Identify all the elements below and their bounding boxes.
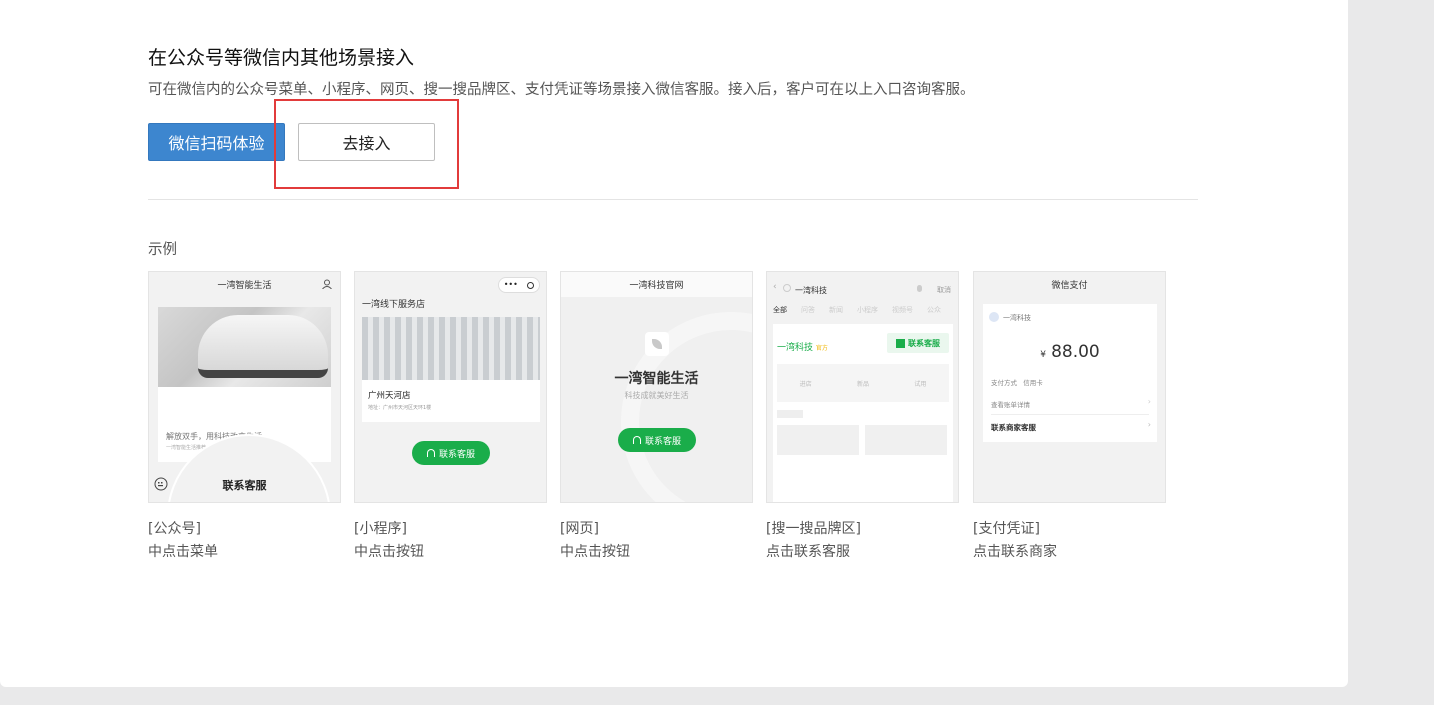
caption-official-account-desc: 中点击菜单 (148, 544, 218, 560)
caption-mini-program: [小程序] (354, 521, 407, 537)
card-header-title: 微信支付 (1051, 281, 1088, 291)
example-card-webpage: 一湾科技官网 一湾智能生活 科技成就美好生活 联系客服 (560, 271, 753, 503)
robot-vacuum-shape (198, 315, 328, 378)
highlight-box (274, 99, 459, 189)
service-icon (896, 338, 905, 348)
mic-icon (917, 285, 922, 292)
headset-icon (426, 449, 435, 457)
caption-payment: [支付凭证] (973, 521, 1040, 537)
merchant-name: 一湾科技 (1003, 314, 1031, 322)
brand-shortcuts: 进店 新品 试用 (777, 364, 949, 402)
caption-mini-program-desc: 中点击按钮 (354, 544, 424, 560)
store-name: 广州天河店 (368, 391, 411, 401)
payment-amount: ¥ 88.00 (1040, 342, 1100, 362)
background-arc (621, 312, 752, 502)
brand-name: 一湾科技 官方 (777, 343, 828, 353)
store-address: 地址：广州市天河区天环1楼 (368, 405, 432, 411)
card-header-title: 一湾科技官网 (629, 281, 684, 291)
caption-payment-desc: 点击联系商家 (973, 544, 1057, 560)
placeholder-card-2 (865, 425, 947, 455)
article-image (158, 307, 331, 387)
chevron-right-icon: › (1147, 397, 1151, 406)
card-header: 一湾智能生活 (149, 272, 340, 297)
capsule-menu: ••• (498, 277, 540, 293)
placeholder-bar (777, 410, 803, 418)
webpage-contact-button: 联系客服 (618, 428, 696, 452)
brand-zone: 一湾科技 官方 联系客服 进店 新品 试用 (773, 324, 953, 502)
brand-logo-icon (645, 332, 669, 356)
card-header-title: 一湾智能生活 (217, 281, 272, 291)
payment-method: 支付方式 信用卡 (991, 379, 1043, 387)
menu-item-contact: 联系客服 (222, 479, 267, 492)
bill-detail-link: 查看账单详情 (991, 401, 1030, 409)
caption-search-brand-desc: 点击联系客服 (766, 544, 850, 560)
store-image (362, 317, 540, 380)
webpage-slogan: 科技成就美好生活 (624, 391, 689, 400)
contact-merchant-link: 联系商家客服 (991, 423, 1036, 432)
caption-webpage-desc: 中点击按钮 (560, 544, 630, 560)
search-contact-button: 联系客服 (887, 333, 949, 353)
shortcut-store: 进店 (799, 380, 812, 388)
examples-label: 示例 (148, 242, 177, 258)
card-header: 微信支付 (974, 272, 1165, 297)
caption-webpage: [网页] (560, 521, 599, 537)
example-card-search-brand: ‹ 一湾科技 取消 全部 问答 新闻 小程序 视频号 公众 一湾科技 官方 联系… (766, 271, 959, 503)
chevron-right-icon: › (1147, 420, 1151, 429)
section-description: 可在微信内的公众号菜单、小程序、网页、搜一搜品牌区、支付凭证等场景接入微信客服。… (148, 82, 975, 98)
mini-program-contact-button: 联系客服 (412, 441, 490, 465)
content-panel: 在公众号等微信内其他场景接入 可在微信内的公众号菜单、小程序、网页、搜一搜品牌区… (0, 0, 1348, 687)
scan-experience-button[interactable]: 微信扫码体验 (148, 123, 285, 161)
example-card-mini-program: ••• 一湾线下服务店 广州天河店 地址：广州市天河区天环1楼 联系客服 (354, 271, 547, 503)
more-icon: ••• (503, 280, 518, 289)
merchant-logo-icon (989, 312, 999, 322)
close-circle-icon (527, 281, 535, 289)
search-tabs: 全部 问答 新闻 小程序 视频号 公众 (773, 306, 941, 314)
store-card: 广州天河店 地址：广州市天河区天环1楼 (362, 317, 540, 422)
example-card-official-account: 一湾智能生活 解放双手，用科技改变生活 一湾智能生活推荐 联系客服 (148, 271, 341, 503)
caption-official-account: [公众号] (148, 521, 201, 537)
section-title: 在公众号等微信内其他场景接入 (148, 47, 415, 69)
headset-icon (632, 436, 641, 444)
card-header: 一湾科技官网 (561, 272, 752, 297)
mini-program-title: 一湾线下服务店 (362, 300, 426, 310)
caption-search-brand: [搜一搜品牌区] (766, 521, 861, 537)
webpage-brand-name: 一湾智能生活 (614, 371, 699, 387)
user-icon (322, 279, 332, 289)
shortcut-new: 新品 (856, 380, 869, 388)
back-arrow-icon: ‹ (773, 282, 777, 292)
search-query: 一湾科技 (795, 286, 827, 295)
placeholder-card-1 (777, 425, 859, 455)
keyboard-icon (154, 477, 168, 491)
example-card-payment: 微信支付 一湾科技 ¥ 88.00 支付方式 信用卡 查看账单详情 › 联系商家… (973, 271, 1166, 503)
cancel-link: 取消 (937, 286, 951, 294)
payment-receipt: 一湾科技 ¥ 88.00 支付方式 信用卡 查看账单详情 › 联系商家客服 › (983, 304, 1157, 442)
search-icon (783, 284, 791, 292)
divider (148, 199, 1198, 200)
shortcut-trial: 试用 (914, 380, 927, 388)
